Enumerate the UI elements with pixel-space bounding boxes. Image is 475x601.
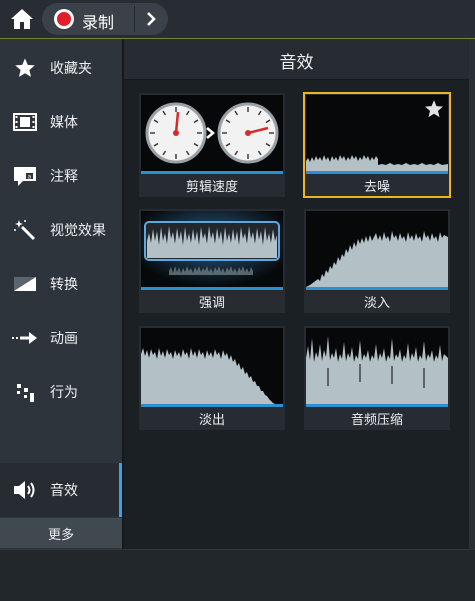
fade-out-thumbnail [141,328,283,404]
panel-title: 音效 [279,53,314,73]
breadcrumb-record-label[interactable]: 录制 [82,9,114,33]
sidebar-item-media[interactable]: 媒体 [0,95,122,149]
magic-wand-icon [12,217,38,243]
animation-arrow-icon [12,325,38,351]
home-button[interactable] [4,4,40,34]
sidebar-item-favorites[interactable]: 收藏夹 [0,41,122,95]
star-icon[interactable] [424,99,444,119]
chevron-right-icon[interactable] [142,10,160,28]
top-bar: 录制 [0,0,475,39]
sidebar-item-label: 转换 [50,277,78,293]
bottom-timeline-area [0,549,475,601]
audio-compression-thumbnail [306,328,448,404]
breadcrumb: 录制 [42,3,168,35]
sidebar-item-annotations[interactable]: a 注释 [0,149,122,203]
stopwatch-icon [145,102,207,164]
tile-accent-bar [306,171,448,174]
home-icon [11,9,33,29]
tile-accent-bar [306,287,448,290]
emphasize-thumbnail [141,211,283,287]
panel-scroll-edge [469,39,475,549]
svg-text:a: a [28,174,32,181]
sidebar-item-label: 音效 [50,483,78,499]
speaker-icon [12,477,38,503]
tile-accent-bar [306,404,448,407]
sidebar-item-label: 行为 [50,385,78,401]
tile-label: 去噪 [363,180,390,195]
sidebar-item-label: 注释 [50,169,78,185]
tile-label: 音频压缩 [350,413,403,428]
arrow-right-icon [206,127,216,139]
tile-accent-bar [141,287,283,290]
tile-label: 剪辑速度 [185,180,238,195]
star-icon [12,55,38,81]
effect-tile-fade-out[interactable]: 淡出 [139,326,285,430]
fade-in-thumbnail [306,211,448,287]
sidebar-item-audio-effects[interactable]: 音效 [0,463,122,517]
effect-tile-fade-in[interactable]: 淡入 [304,209,450,313]
more-button[interactable]: 更多 [0,518,122,548]
sidebar-item-animations[interactable]: 动画 [0,311,122,365]
breadcrumb-separator [134,6,135,32]
effect-tile-noise-removal[interactable]: 去噪 [303,92,451,198]
effect-tile-emphasize[interactable]: 强调 [139,209,285,313]
sidebar-item-behaviors[interactable]: 行为 [0,365,122,419]
panel-header: 音效 [124,39,469,80]
sidebar-item-label: 媒体 [50,115,78,131]
tile-label: 强调 [198,296,225,311]
film-icon [12,109,38,135]
transition-icon [12,271,38,297]
clip-speed-thumbnail [141,95,283,171]
noise-removal-thumbnail [306,95,448,171]
sidebar-item-label: 收藏夹 [50,61,92,77]
tile-accent-bar [141,404,283,407]
audio-effects-panel: 音效 剪辑速度 去噪 强调 淡入 淡出 音频压缩 [124,39,469,549]
effect-tile-audio-compression[interactable]: 音频压缩 [304,326,450,430]
sidebar-item-visual-effects[interactable]: 视觉效果 [0,203,122,257]
sidebar: 收藏夹 媒体 a 注释 视觉效果 转换 动画 行为 音效 更多 [0,39,122,549]
sidebar-item-label: 视觉效果 [50,223,106,239]
tile-accent-bar [141,171,283,174]
sidebar-item-transitions[interactable]: 转换 [0,257,122,311]
record-dot [57,12,71,26]
stopwatch-icon [217,102,279,164]
annotation-icon: a [12,163,38,189]
tile-label: 淡入 [363,296,390,311]
sidebar-item-label: 动画 [50,331,78,347]
effect-tile-clip-speed[interactable]: 剪辑速度 [139,93,285,197]
tile-label: 淡出 [198,413,225,428]
behavior-icon [12,379,38,405]
